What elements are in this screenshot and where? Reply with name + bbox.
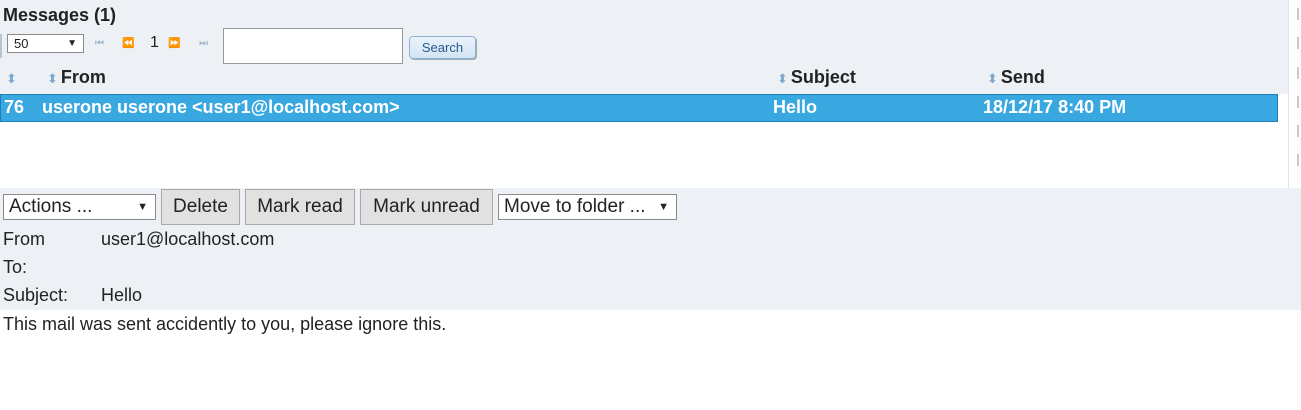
column-header-from[interactable]: ⬍ From: [47, 67, 106, 88]
page-title: Messages (1): [3, 5, 117, 25]
sort-updown-icon[interactable]: ⬍: [6, 71, 17, 86]
from-value: user1@localhost.com: [101, 229, 275, 249]
mark-unread-button[interactable]: Mark unread: [360, 189, 493, 225]
mark-read-button[interactable]: Mark read: [245, 189, 355, 225]
actions-select[interactable]: Actions ... ▼: [3, 194, 156, 220]
scroll-tick: [1297, 37, 1299, 49]
message-list-header-bg: [0, 0, 1288, 94]
column-header-from-label: From: [60, 67, 106, 87]
scroll-tick: [1297, 8, 1299, 20]
dropdown-triangle-icon: ▼: [137, 201, 148, 213]
search-input[interactable]: [223, 28, 403, 64]
from-label: From: [3, 229, 45, 249]
search-button[interactable]: Search: [409, 36, 476, 59]
page-size-value: 50: [14, 36, 29, 51]
actions-select-label: Actions ...: [9, 196, 93, 217]
scroll-tick: [1297, 67, 1299, 79]
column-header-subject[interactable]: ⬍ Subject: [777, 67, 856, 88]
column-header-id[interactable]: ⬍: [6, 67, 20, 88]
current-page-number: 1: [150, 34, 159, 51]
move-to-folder-label: Move to folder ...: [504, 196, 646, 217]
column-header-send-label: Send: [1000, 67, 1045, 87]
to-label: To:: [3, 257, 28, 277]
next-page-icon[interactable]: ⏩: [168, 38, 181, 49]
message-send-date[interactable]: 18/12/17 8:40 PM: [983, 97, 1126, 118]
message-subject[interactable]: Hello: [773, 97, 817, 118]
scroll-tick: [1297, 154, 1299, 166]
message-from[interactable]: userone userone <user1@localhost.com>: [42, 97, 400, 118]
right-scroll-strip[interactable]: [1288, 0, 1301, 188]
subject-value: Hello: [101, 285, 143, 305]
delete-button[interactable]: Delete: [161, 189, 240, 225]
sort-updown-icon: ⬍: [47, 71, 58, 86]
dropdown-triangle-icon: ▼: [658, 201, 669, 213]
left-edge-marker: [0, 34, 2, 58]
subject-label: Subject:: [3, 285, 69, 305]
message-body: This mail was sent accidently to you, pl…: [3, 314, 447, 334]
scroll-tick: [1297, 96, 1299, 108]
sort-updown-icon: ⬍: [987, 71, 998, 86]
last-page-icon[interactable]: ⏭: [199, 38, 208, 49]
dropdown-triangle-icon: ▼: [67, 38, 77, 49]
first-page-icon[interactable]: ⏮: [95, 38, 104, 49]
prev-page-icon[interactable]: ⏪: [122, 38, 135, 49]
column-header-subject-label: Subject: [790, 67, 856, 87]
move-to-folder-select[interactable]: Move to folder ... ▼: [498, 194, 677, 220]
column-header-send[interactable]: ⬍ Send: [987, 67, 1045, 88]
sort-updown-icon: ⬍: [777, 71, 788, 86]
page-size-select[interactable]: 50 ▼: [7, 34, 84, 53]
scroll-tick: [1297, 125, 1299, 137]
message-id[interactable]: 76: [4, 97, 24, 118]
